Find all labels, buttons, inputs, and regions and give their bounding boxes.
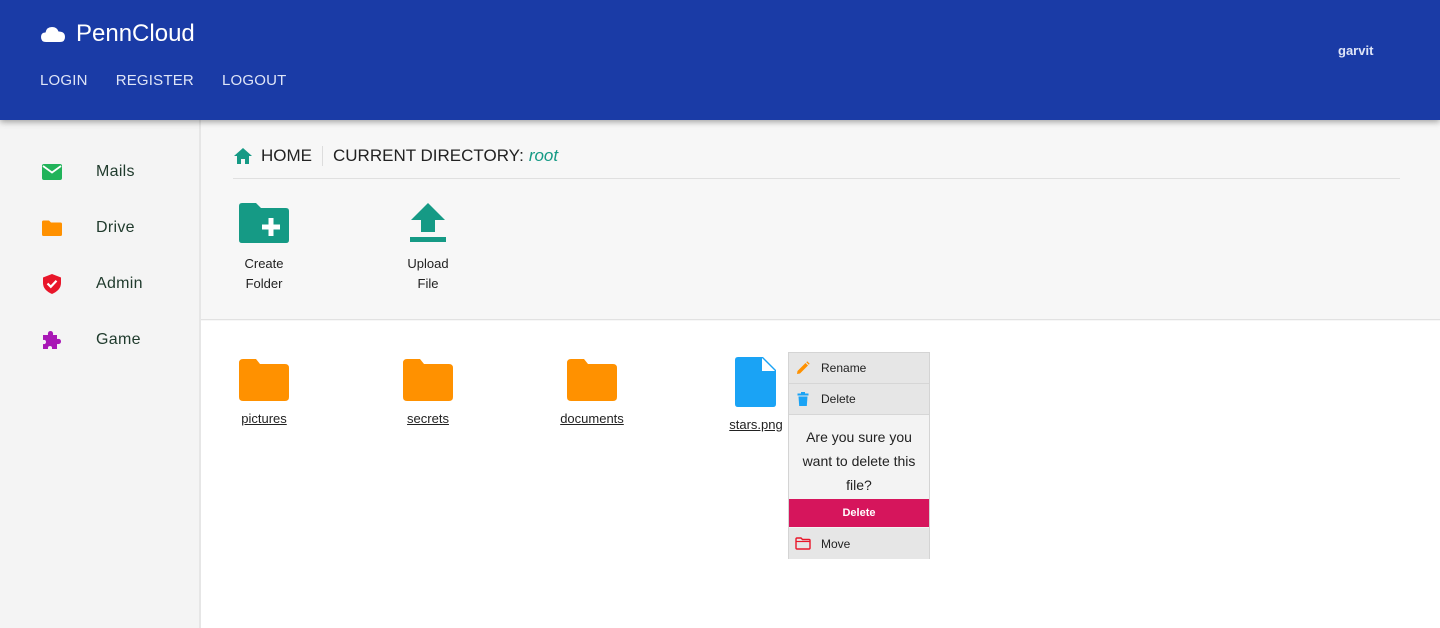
breadcrumb-home-label: HOME	[261, 146, 312, 165]
folder-item[interactable]: pictures	[214, 357, 314, 428]
file-name-link[interactable]: pictures	[241, 411, 287, 426]
cloud-icon	[41, 27, 65, 42]
app-header: PennCloud LOGIN REGISTER LOGOUT garvit	[0, 0, 1440, 120]
user-name[interactable]: garvit	[1338, 43, 1373, 58]
folder-icon	[567, 359, 617, 401]
file-icon	[735, 357, 776, 407]
nav-logout-link[interactable]: LOGOUT	[222, 72, 287, 89]
move-menu-item[interactable]: Move	[789, 528, 929, 559]
sidebar-item-label: Game	[96, 331, 141, 348]
trash-icon	[795, 391, 811, 407]
nav-register-link[interactable]: REGISTER	[116, 72, 194, 89]
sidebar-item-label: Admin	[96, 275, 143, 292]
folder-item[interactable]: documents	[542, 357, 642, 428]
sidebar: Mails Drive Admin Game	[0, 120, 201, 628]
nav-login-link[interactable]: LOGIN	[40, 72, 88, 89]
current-directory-label: CURRENT DIRECTORY:	[333, 146, 524, 165]
create-folder-label: Create Folder	[244, 256, 284, 291]
shield-icon	[40, 272, 64, 296]
folder-outline-icon	[795, 536, 811, 552]
file-context-menu: Rename Delete Are you sure you want to d…	[788, 352, 930, 559]
folder-icon	[40, 216, 64, 240]
file-name-link[interactable]: secrets	[407, 411, 449, 426]
sidebar-item-label: Drive	[96, 219, 135, 236]
file-name-link[interactable]: documents	[560, 411, 624, 426]
sidebar-item-admin[interactable]: Admin	[40, 272, 143, 296]
divider	[233, 178, 1400, 179]
breadcrumb-home[interactable]: HOME	[233, 146, 312, 166]
sidebar-item-label: Mails	[96, 163, 135, 180]
folder-icon	[239, 359, 289, 401]
folder-item[interactable]: secrets	[378, 357, 478, 428]
current-directory-value: root	[528, 146, 559, 165]
move-label: Move	[821, 536, 851, 551]
upload-icon	[410, 203, 446, 242]
puzzle-icon	[40, 328, 64, 352]
delete-confirm-text: Are you sure you want to delete this fil…	[789, 415, 929, 499]
sidebar-item-game[interactable]: Game	[40, 328, 140, 352]
top-nav: LOGIN REGISTER LOGOUT	[40, 72, 315, 89]
delete-menu-item[interactable]: Delete	[789, 384, 929, 415]
app-name: PennCloud	[76, 20, 195, 47]
upload-file-button[interactable]: Upload File	[388, 202, 468, 294]
rename-menu-item[interactable]: Rename	[789, 353, 929, 384]
toolbar-panel: HOME CURRENT DIRECTORY: root Create Fold…	[201, 120, 1440, 320]
breadcrumb: HOME CURRENT DIRECTORY: root	[233, 146, 558, 166]
file-name-link[interactable]: stars.png	[729, 417, 782, 432]
create-folder-icon	[239, 203, 289, 243]
rename-label: Rename	[821, 361, 867, 375]
create-folder-button[interactable]: Create Folder	[224, 202, 304, 294]
upload-file-label: Upload File	[407, 256, 449, 291]
mail-icon	[40, 160, 64, 184]
pencil-icon	[795, 360, 811, 376]
confirm-delete-button[interactable]: Delete	[789, 499, 929, 527]
sidebar-item-mails[interactable]: Mails	[40, 160, 135, 184]
breadcrumb-divider	[322, 146, 323, 166]
sidebar-item-drive[interactable]: Drive	[40, 216, 135, 240]
folder-icon	[403, 359, 453, 401]
delete-label: Delete	[821, 392, 856, 406]
brand-logo[interactable]: PennCloud	[40, 20, 195, 48]
home-icon	[234, 148, 252, 164]
